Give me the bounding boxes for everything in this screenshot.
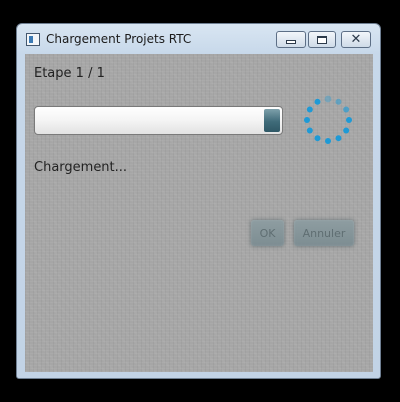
spinner-dot — [306, 106, 313, 113]
spinner-dot — [325, 138, 331, 144]
status-label: Chargement... — [34, 160, 128, 175]
spinner-dot — [304, 117, 310, 123]
spinner-dot — [343, 106, 350, 113]
maximize-button[interactable] — [308, 31, 336, 48]
window-title: Chargement Projets RTC — [46, 32, 192, 46]
close-button[interactable]: ✕ — [341, 31, 371, 48]
loading-spinner-icon — [304, 95, 352, 144]
minimize-button[interactable] — [276, 31, 306, 48]
dialog-content: Etape 1 / 1 Chargement... OK Annuler — [25, 54, 373, 372]
spinner-dot — [335, 135, 342, 142]
step-label: Etape 1 / 1 — [34, 66, 105, 81]
spinner-dot — [335, 98, 342, 105]
spinner-dot — [346, 117, 352, 123]
cancel-button[interactable]: Annuler — [294, 220, 354, 246]
spinner-dot — [314, 135, 321, 142]
spinner-dot — [343, 127, 350, 134]
minimize-icon — [286, 39, 296, 44]
spinner-dot — [324, 95, 332, 103]
spinner-dot — [306, 127, 313, 134]
spinner-dot — [314, 98, 321, 105]
close-icon: ✕ — [350, 32, 362, 47]
progress-bar-fill — [264, 109, 280, 132]
maximize-icon — [317, 35, 327, 44]
dialog-window: Chargement Projets RTC ✕ Etape 1 / 1 Cha… — [16, 23, 381, 379]
application-window-icon — [26, 33, 40, 46]
ok-button[interactable]: OK — [251, 220, 284, 246]
title-bar[interactable]: Chargement Projets RTC ✕ — [17, 24, 380, 54]
progress-bar — [34, 106, 283, 135]
